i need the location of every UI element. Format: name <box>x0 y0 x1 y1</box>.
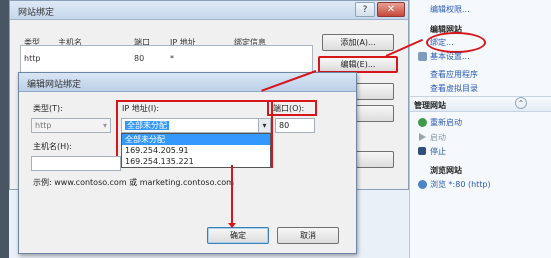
settings-icon <box>418 52 427 61</box>
row-type[interactable]: http <box>24 54 40 63</box>
start-icon <box>419 133 426 141</box>
help-button[interactable]: ? <box>355 2 375 17</box>
browse-site-header: 浏览网站 <box>430 166 462 175</box>
type-label: 类型(T): <box>33 104 63 113</box>
title-bar: 网站绑定 ? ✕ <box>10 1 408 20</box>
cancel-button[interactable]: 取消 <box>277 227 339 244</box>
type-value: http <box>35 121 52 130</box>
stop-link[interactable]: 停止 <box>430 146 446 157</box>
port-value: 80 <box>279 121 290 130</box>
row-ip[interactable]: * <box>170 54 174 63</box>
view-vdirs-link[interactable]: 查看虚拟目录 <box>430 83 478 94</box>
ip-option[interactable]: 169.254.205.91 <box>122 145 270 156</box>
actions-panel: 编辑权限... 编辑网站 绑定... 基本设置... 查看应用程序 查看虚拟目录… <box>409 0 551 258</box>
port-highlight-box <box>267 100 317 116</box>
edit-binding-dialog: 编辑网站绑定 类型(T): http ▾ IP 地址(I): 全部未分配 ▾ 全… <box>18 72 357 254</box>
chevron-down-icon: ▾ <box>102 121 107 130</box>
host-label: 主机名(H): <box>33 142 72 151</box>
example-text: 示例: www.contoso.com 或 marketing.contoso.… <box>33 178 234 187</box>
type-select[interactable]: http ▾ <box>31 118 111 133</box>
dialog-title: 编辑网站绑定 <box>27 80 82 90</box>
ok-button[interactable]: 确定 <box>207 227 269 244</box>
close-icon: ✕ <box>386 4 396 15</box>
basic-settings-link[interactable]: 基本设置... <box>430 51 470 62</box>
ip-value: 全部未分配 <box>125 121 169 130</box>
annotation-arrowhead <box>228 223 236 228</box>
stop-icon <box>418 147 426 155</box>
close-button[interactable]: ✕ <box>377 2 405 17</box>
edit-permissions-link[interactable]: 编辑权限... <box>430 4 470 15</box>
ip-dropdown-list: 全部未分配 169.254.205.91 169.254.135.221 <box>121 133 271 168</box>
annotation-line <box>231 165 233 223</box>
start-link[interactable]: 启动 <box>430 132 446 143</box>
collapse-icon[interactable]: ⌃ <box>515 97 527 109</box>
restart-link[interactable]: 重新启动 <box>430 117 462 128</box>
host-field[interactable] <box>31 156 121 171</box>
view-apps-link[interactable]: 查看应用程序 <box>430 69 478 80</box>
restart-icon <box>418 118 427 127</box>
highlight-ellipse <box>426 32 486 53</box>
port-field[interactable]: 80 <box>275 118 315 133</box>
manage-site-header: 管理网站 <box>414 101 446 110</box>
add-button[interactable]: 添加(A)... <box>322 34 394 51</box>
ip-option[interactable]: 全部未分配 <box>122 134 270 145</box>
globe-icon <box>418 180 427 189</box>
edit-button[interactable]: 编辑(E)... <box>318 56 398 73</box>
window-edge <box>0 0 9 258</box>
chevron-down-icon[interactable]: ▾ <box>258 119 270 132</box>
ip-option[interactable]: 169.254.135.221 <box>122 156 270 167</box>
browse-link[interactable]: 浏览 *:80 (http) <box>430 179 491 190</box>
row-port[interactable]: 80 <box>134 54 144 63</box>
ip-select[interactable]: 全部未分配 ▾ <box>121 118 271 133</box>
dialog-title: 网站绑定 <box>18 8 55 18</box>
